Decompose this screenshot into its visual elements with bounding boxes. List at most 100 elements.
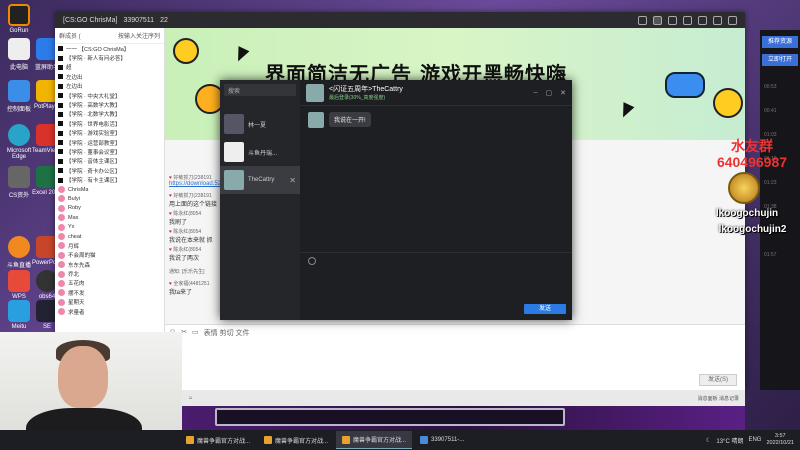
- voice-icon[interactable]: [668, 15, 677, 25]
- folder-icon[interactable]: ▭: [192, 328, 199, 338]
- member-row[interactable]: 【学院 · 高数学大教】: [55, 100, 164, 109]
- clock[interactable]: 3:57 2022/10/21: [766, 433, 794, 447]
- desktop-icon-control-panel[interactable]: 控制面板: [4, 80, 34, 113]
- control-panel-icon: [8, 80, 30, 102]
- member-row[interactable]: 【学院 · 运营部教室】: [55, 138, 164, 147]
- taskbar-item[interactable]: 魔兽争霸官方对战...: [180, 431, 256, 449]
- member-name: ChrisMa: [68, 186, 89, 193]
- settings-icon[interactable]: [698, 15, 707, 25]
- member-row[interactable]: 一一 【CS:GO ChrisMa】: [55, 44, 164, 53]
- avatar: [58, 261, 65, 269]
- emoji-icon[interactable]: [308, 257, 316, 265]
- contact-search-input[interactable]: 搜索: [224, 84, 296, 96]
- close-icon[interactable]: [728, 15, 737, 25]
- weather[interactable]: 13°C 晴朗: [716, 436, 743, 445]
- avatar: [224, 114, 244, 134]
- contact-status: 最后登录(30%_高度强度): [329, 95, 386, 101]
- desktop-icon-meitu[interactable]: Meitu: [4, 300, 34, 330]
- member-row[interactable]: 【学院 · 音体主课区】: [55, 157, 164, 166]
- close-icon[interactable]: ✕: [289, 176, 296, 185]
- member-row[interactable]: 【学院 · 奇卡办公区】: [55, 166, 164, 175]
- home-icon[interactable]: [653, 15, 662, 25]
- input-toolbar: ☺ ✂ ▭ 表情 剪切 文件: [165, 325, 745, 341]
- message-input-area[interactable]: ☺ ✂ ▭ 表情 剪切 文件 发送(S): [165, 324, 745, 390]
- open-now-button[interactable]: 立即打开: [762, 54, 798, 66]
- member-row[interactable]: 左边出: [55, 82, 164, 91]
- member-row[interactable]: 【学院 · 游戏实验室】: [55, 129, 164, 138]
- avatar: [58, 279, 65, 287]
- contact-item-active[interactable]: TheCattry ✕: [220, 166, 300, 194]
- contact-item[interactable]: 林一夏: [220, 110, 300, 138]
- desktop-icon-cs[interactable]: CS资外: [4, 166, 34, 199]
- member-badge-icon: [58, 140, 63, 146]
- member-name: Yx: [68, 224, 75, 231]
- taskbar-item[interactable]: 魔兽争霸官方对战...: [336, 431, 413, 449]
- member-name: 【学院 · 游戏实验室】: [66, 131, 121, 138]
- member-row[interactable]: 超: [55, 63, 164, 72]
- member-row[interactable]: 【学院 · 北数学大教】: [55, 110, 164, 119]
- edge-icon: [8, 124, 30, 146]
- send-button[interactable]: 发送(S): [699, 374, 737, 386]
- app-icon: [264, 436, 273, 444]
- member-row[interactable]: 左边出: [55, 72, 164, 81]
- member-row[interactable]: 求量者: [55, 307, 164, 316]
- scissors-icon[interactable]: ✂: [181, 328, 187, 338]
- taskbar-item[interactable]: 魔兽争霸官方对战...: [258, 431, 334, 449]
- private-chat-input[interactable]: 发送: [300, 252, 572, 320]
- contact-item[interactable]: 斗鱼丹瑞...: [220, 138, 300, 166]
- desktop-icon-edge[interactable]: Microsoft Edge: [4, 124, 34, 160]
- member-row[interactable]: 星期天: [55, 298, 164, 307]
- close-icon[interactable]: ✕: [560, 89, 566, 97]
- member-row[interactable]: 【学院 · 新人有问必答】: [55, 53, 164, 62]
- member-row[interactable]: Max: [55, 213, 164, 222]
- member-row[interactable]: 东东先森: [55, 260, 164, 269]
- recommend-resource-button[interactable]: 推荐资源: [762, 36, 798, 48]
- minimize-icon[interactable]: [713, 15, 722, 25]
- minimize-icon[interactable]: –: [534, 89, 538, 97]
- member-row[interactable]: 【学院 · 董事会议室】: [55, 147, 164, 156]
- message: ♥ 陈永红(8054 我说了两次: [169, 247, 202, 262]
- desktop-icon-computer[interactable]: 此电脑: [4, 38, 34, 71]
- avatar: [58, 289, 65, 297]
- member-row[interactable]: 乔北: [55, 269, 164, 278]
- language-indicator[interactable]: ENG: [748, 437, 761, 443]
- taskbar-item[interactable]: 33907511-...: [414, 431, 470, 449]
- member-row[interactable]: 月辉: [55, 241, 164, 250]
- avatar[interactable]: [306, 83, 324, 102]
- member-row[interactable]: 五花肉: [55, 279, 164, 288]
- timestamp: 01:57: [764, 252, 777, 258]
- member-row[interactable]: 摆不发: [55, 288, 164, 297]
- avatar: [58, 186, 65, 194]
- member-name: Max: [68, 214, 79, 221]
- emoji-face-icon: [713, 88, 743, 118]
- member-name: 不会周的猫: [68, 253, 96, 260]
- desktop-icon-douyu[interactable]: 斗鱼直播: [4, 236, 34, 269]
- member-badge-icon: [58, 149, 63, 155]
- desktop-icon-wps[interactable]: WPS: [4, 270, 34, 300]
- member-row[interactable]: 【学院 · 有卡主课区】: [55, 175, 164, 184]
- moon-icon: ☾: [705, 437, 712, 444]
- overlay-name-1: lkoogochujin: [715, 208, 779, 219]
- member-row[interactable]: 不会周的猫: [55, 251, 164, 260]
- maximize-icon[interactable]: ▢: [546, 89, 553, 97]
- member-row[interactable]: Bulyi: [55, 194, 164, 203]
- send-button[interactable]: 发送: [524, 304, 566, 314]
- member-row[interactable]: ChrisMa: [55, 185, 164, 194]
- overlay-name-2: lkoogochujin2: [718, 224, 787, 235]
- member-row[interactable]: Roby: [55, 204, 164, 213]
- member-row[interactable]: cheat: [55, 232, 164, 241]
- timestamp: 00:41: [764, 108, 777, 114]
- video-icon[interactable]: [638, 15, 647, 25]
- member-row[interactable]: 【学院 · 世界电影活】: [55, 119, 164, 128]
- message-link[interactable]: https://download.52: [169, 181, 221, 187]
- member-row[interactable]: Yx: [55, 222, 164, 231]
- avatar: [58, 242, 65, 250]
- member-name: 五花肉: [68, 281, 85, 288]
- emoji-icon[interactable]: ☺: [188, 395, 193, 401]
- gamepad-icon: [665, 72, 705, 98]
- member-name: 【学院 · 世界电影活】: [66, 121, 121, 128]
- app-icon: [342, 435, 351, 444]
- game-icon[interactable]: [683, 15, 692, 25]
- member-row[interactable]: 【学院 · 中央大礼堂】: [55, 91, 164, 100]
- desktop-icon-gorun[interactable]: GoRun: [4, 4, 34, 34]
